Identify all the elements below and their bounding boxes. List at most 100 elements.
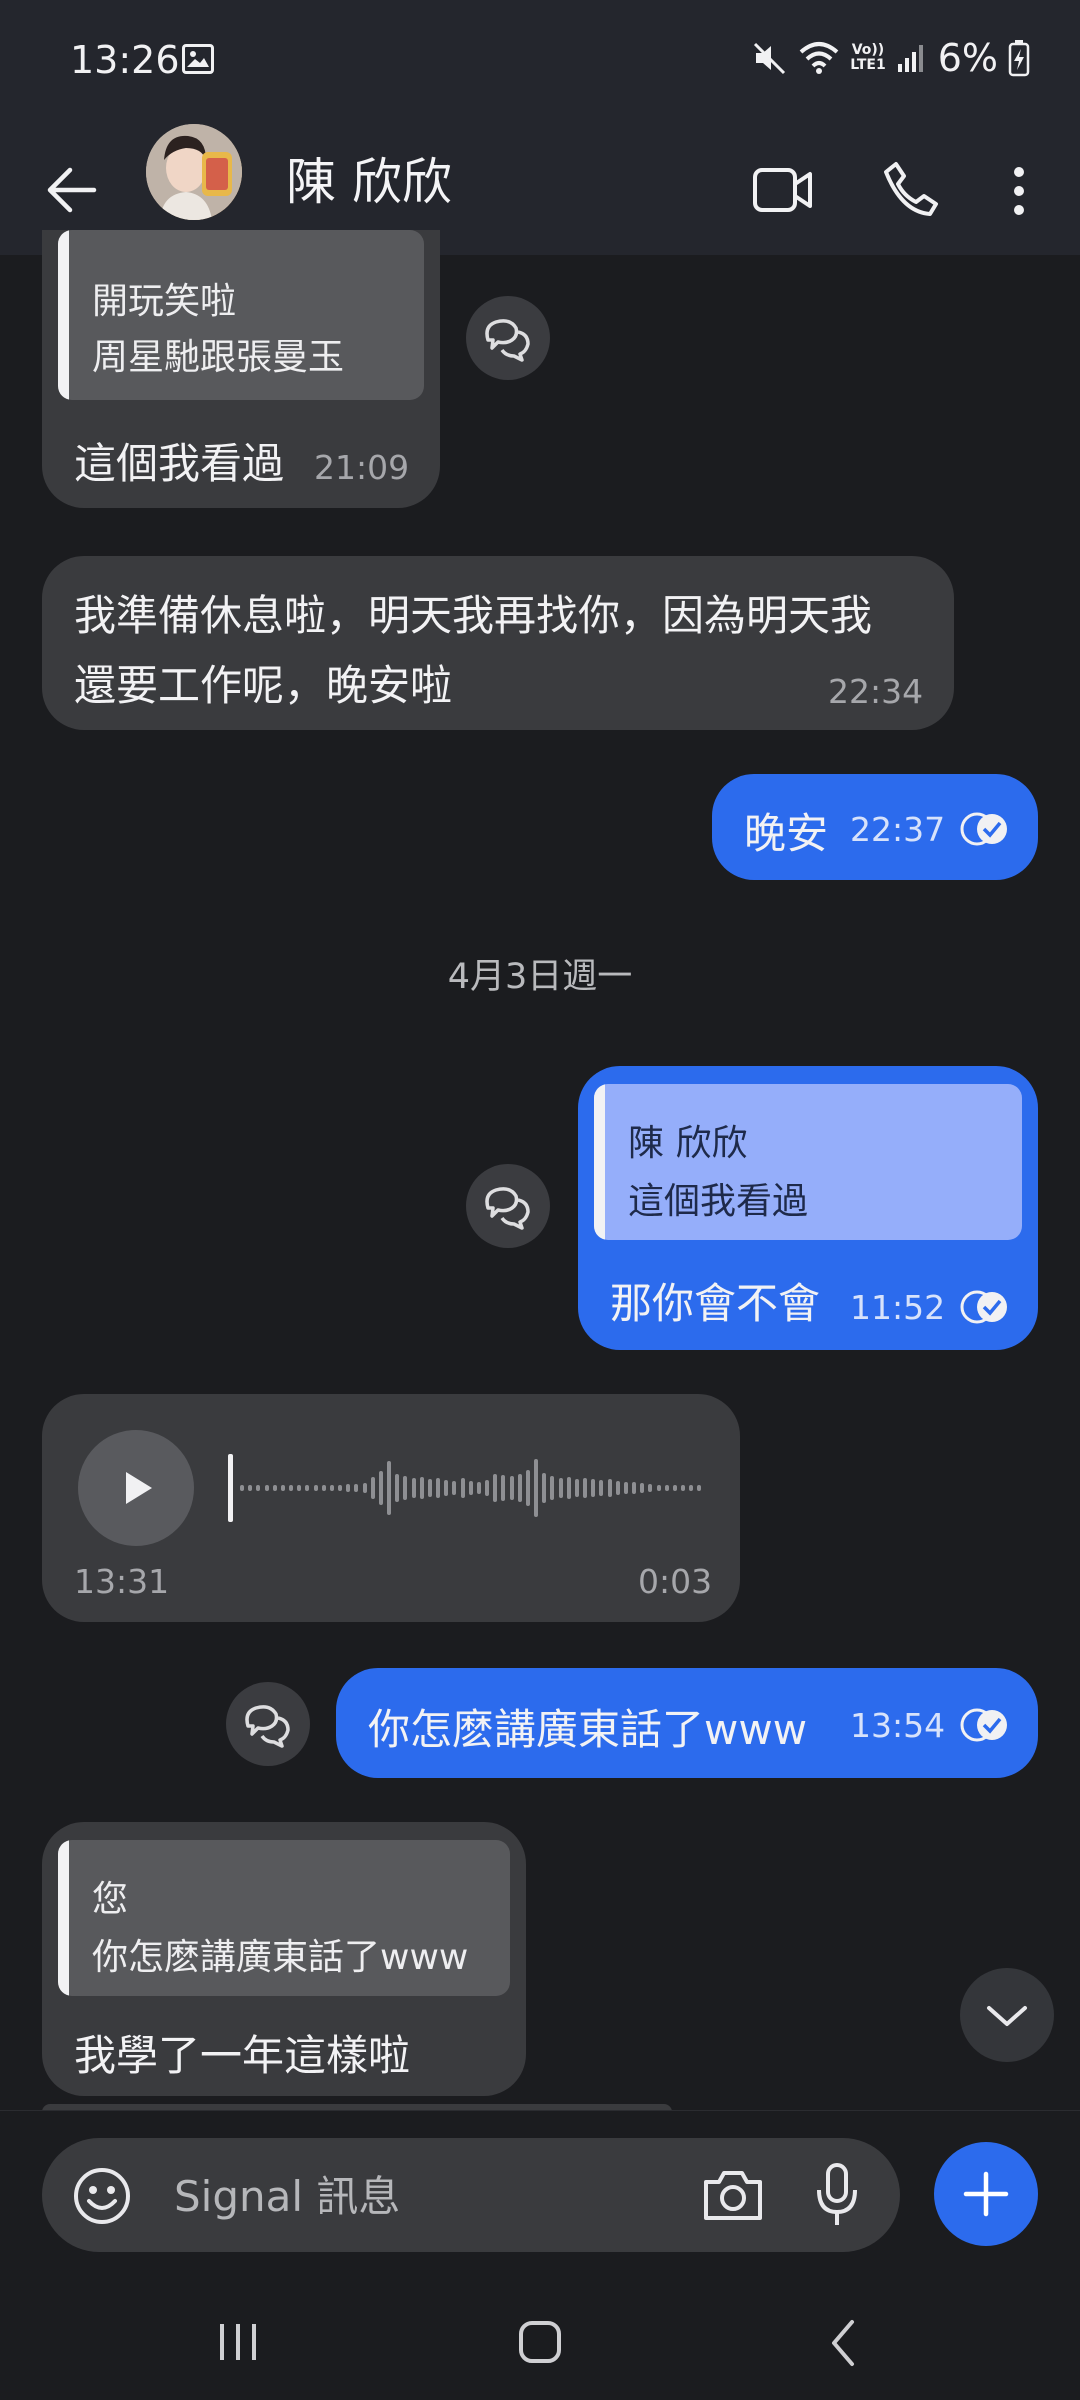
camera-icon[interactable] [702, 2166, 764, 2224]
waveform-bar [338, 1485, 343, 1491]
message-bubble-outgoing[interactable]: 陳 欣欣 這個我看過 那你會不會 11:52 [578, 1066, 1038, 1350]
waveform-bar [632, 1482, 637, 1494]
message-text: 這個我看過 [74, 439, 285, 488]
recent-apps-icon[interactable] [216, 2320, 260, 2364]
waveform-bar [436, 1478, 441, 1498]
reply-button[interactable] [466, 296, 550, 380]
scroll-to-bottom-button[interactable] [960, 1968, 1054, 2062]
read-receipt-icon [960, 1708, 1007, 1742]
waveform-bar [550, 1476, 555, 1500]
message-text: 你怎麽講廣東話了www [368, 1705, 808, 1754]
waveform-bar [558, 1478, 563, 1498]
quote-bar [58, 230, 69, 400]
wifi-icon [799, 42, 839, 74]
video-call-icon[interactable] [752, 164, 814, 216]
status-bar: 13:26 Vo)) LTE1 6% [0, 0, 1080, 120]
voice-message-bubble[interactable]: 13:31 0:03 [42, 1394, 740, 1622]
waveform-bar [305, 1485, 310, 1491]
nav-back-icon[interactable] [826, 2318, 860, 2368]
battery-charging-icon [1008, 40, 1030, 77]
waveform-bar [534, 1459, 539, 1517]
waveform-bar [240, 1485, 244, 1491]
quote-author: 您 [92, 1879, 129, 1920]
message-time: 22:37 [850, 810, 946, 849]
message-input[interactable] [172, 2166, 726, 2226]
date-separator: 4月3日週一 [447, 957, 633, 997]
play-button[interactable] [78, 1430, 194, 1546]
gallery-notification-icon [182, 44, 214, 74]
waveform-bar [591, 1479, 596, 1497]
waveform-bar [387, 1461, 392, 1515]
waveform-bar [656, 1485, 661, 1491]
reply-button[interactable] [466, 1164, 550, 1248]
reply-icon [485, 1187, 530, 1230]
waveform-bar [501, 1475, 506, 1501]
quote-bar [594, 1084, 605, 1240]
waveform-bar [378, 1471, 383, 1505]
attach-button[interactable] [934, 2142, 1038, 2246]
chevron-down-icon [987, 2006, 1027, 2026]
message-time: 22:34 [828, 672, 924, 711]
quote-bar [58, 1840, 69, 1996]
quote-text: 周星馳跟張曼玉 [92, 337, 345, 378]
back-arrow-icon[interactable] [46, 166, 98, 214]
waveform-bar [313, 1485, 318, 1491]
quoted-message[interactable]: 開玩笑啦 周星馳跟張曼玉 [58, 230, 424, 400]
quote-text: 你怎麽講廣東話了www [92, 1937, 469, 1978]
message-bubble-incoming[interactable]: 您 你怎麽講廣東話了www 我學了一年這樣啦 [42, 1822, 526, 2096]
waveform-bar [370, 1477, 375, 1499]
home-icon[interactable] [516, 2318, 564, 2366]
message-text: 我準備休息啦，明天我再找你，因為明天我 [74, 591, 873, 640]
waveform-bar [640, 1483, 645, 1493]
quoted-message[interactable]: 陳 欣欣 這個我看過 [594, 1084, 1022, 1240]
voice-waveform[interactable] [228, 1438, 708, 1538]
waveform-bar [599, 1480, 604, 1496]
message-text: 晚安 [744, 809, 829, 858]
message-bubble-outgoing[interactable]: 晚安 22:37 [712, 774, 1038, 880]
lte-indicator: Vo)) LTE1 [850, 42, 886, 73]
status-time: 13:26 [70, 38, 180, 82]
waveform-bar [411, 1478, 416, 1498]
message-text: 那你會不會 [610, 1279, 821, 1328]
waveform-bar [525, 1470, 530, 1506]
waveform-bar [444, 1480, 449, 1496]
waveform-bar [468, 1481, 473, 1495]
waveform-scrubber[interactable] [228, 1454, 233, 1522]
waveform-bar [452, 1481, 457, 1495]
message-time: 13:54 [850, 1706, 946, 1745]
waveform-bar [664, 1485, 669, 1491]
waveform-bar [689, 1485, 694, 1491]
waveform-bar [542, 1473, 547, 1503]
quote-author: 陳 欣欣 [628, 1123, 748, 1164]
quoted-message[interactable]: 您 你怎麽講廣東話了www [58, 1840, 510, 1996]
contact-name[interactable]: 陳 欣欣 [286, 142, 452, 214]
message-text: 我學了一年這樣啦 [74, 2031, 411, 2080]
waveform-bar [256, 1485, 261, 1491]
mute-icon [754, 42, 786, 75]
phone-call-icon[interactable] [882, 160, 940, 218]
waveform-bar [403, 1476, 408, 1500]
status-icons: Vo)) LTE1 6% [752, 36, 1030, 80]
message-composer[interactable] [42, 2138, 900, 2252]
waveform-bar [493, 1474, 498, 1502]
message-bubble-incoming[interactable]: 我準備休息啦，明天我再找你，因為明天我 還要工作呢，晚安啦 22:34 [42, 556, 954, 730]
waveform-bar [248, 1485, 253, 1491]
waveform-bar [583, 1478, 588, 1498]
waveform-bar [607, 1479, 612, 1497]
message-bubble-incoming[interactable]: 開玩笑啦 周星馳跟張曼玉 這個我看過 21:09 [42, 230, 440, 508]
waveform-bar [485, 1480, 490, 1496]
message-bubble-outgoing[interactable]: 你怎麽講廣東話了www 13:54 [336, 1668, 1038, 1778]
waveform-bar [681, 1485, 686, 1491]
voice-duration: 0:03 [638, 1562, 713, 1601]
emoji-icon[interactable] [72, 2166, 132, 2226]
waveform-bar [566, 1477, 571, 1499]
waveform-bar [329, 1485, 334, 1491]
avatar[interactable] [146, 124, 242, 220]
mic-icon[interactable] [814, 2162, 860, 2228]
waveform-bar [321, 1485, 326, 1491]
waveform-bar [615, 1481, 620, 1495]
waveform-bar [264, 1485, 269, 1491]
message-time: 13:31 [74, 1562, 170, 1601]
reply-button[interactable] [226, 1682, 310, 1766]
more-vert-icon[interactable] [1012, 166, 1026, 216]
